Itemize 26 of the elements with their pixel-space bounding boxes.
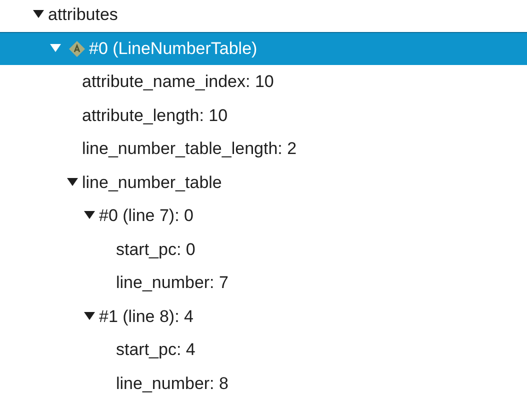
tree-row[interactable]: line_number_table [0, 166, 527, 199]
tree-row[interactable]: line_number: 8 [0, 366, 527, 400]
tree-label: #0 (line 7): 0 [99, 205, 194, 227]
tree-label: #1 (line 8): 4 [99, 306, 194, 328]
tree-label: line_number_table_length: 2 [82, 138, 297, 160]
tree-row[interactable]: start_pc: 4 [0, 333, 527, 366]
tree-row[interactable]: start_pc: 0 [0, 232, 527, 266]
expander-icon[interactable] [83, 310, 95, 322]
tree-label: line_number: 8 [116, 372, 228, 394]
expander-icon[interactable] [66, 176, 78, 188]
tree-label: attribute_name_index: 10 [82, 71, 274, 93]
tree-row[interactable]: line_number: 7 [0, 266, 527, 300]
tree-label: attribute_length: 10 [82, 104, 228, 126]
tree-label: attributes [48, 4, 118, 26]
tree-label: line_number_table [82, 172, 222, 194]
tree-row[interactable]: line_number_table_length: 2 [0, 132, 527, 166]
attribute-icon [69, 40, 85, 57]
tree-row[interactable]: #1 (line 8): 4 [0, 300, 527, 333]
tree-label: start_pc: 4 [116, 339, 196, 361]
tree-row[interactable]: attribute_name_index: 10 [0, 65, 527, 98]
tree-row[interactable]: #0 (line 7): 0 [0, 199, 527, 232]
tree-row[interactable]: attribute_length: 10 [0, 98, 527, 132]
tree-row[interactable]: attributes [0, 0, 527, 32]
tree-label: line_number: 7 [116, 272, 228, 294]
tree-label: #0 (LineNumberTable) [89, 38, 258, 60]
tree-label: start_pc: 0 [116, 238, 196, 260]
